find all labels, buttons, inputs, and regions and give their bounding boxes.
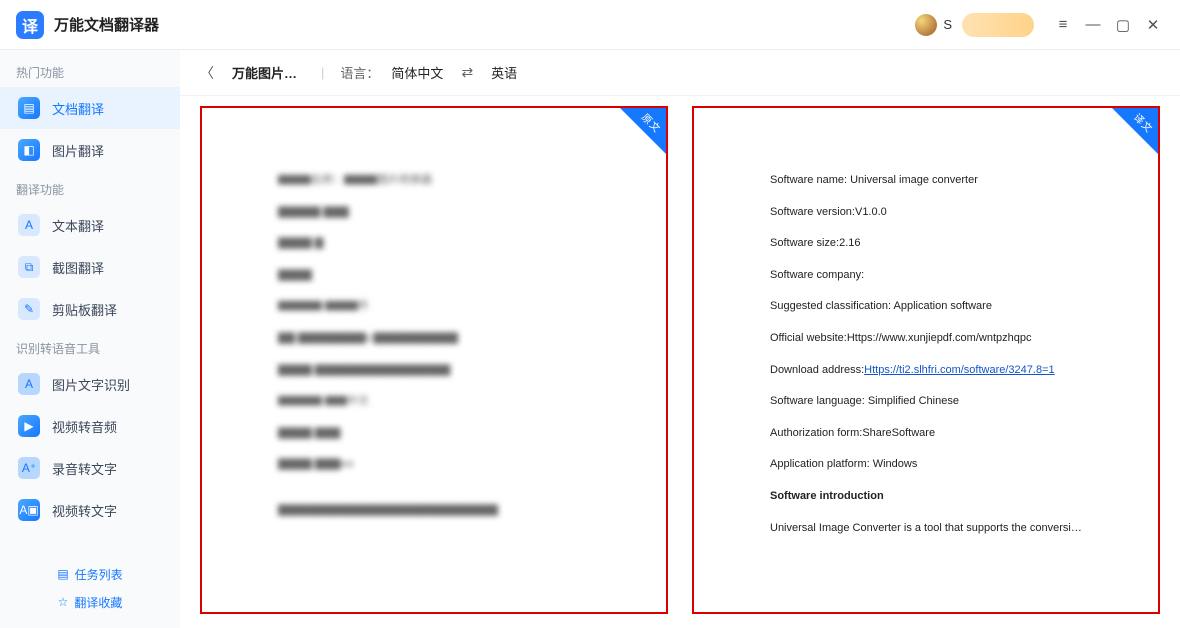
dst-line: Suggested classification: Application so… [770, 298, 1082, 316]
sidebar-item-label: 剪贴板翻译 [52, 300, 117, 319]
content-area: 〈 万能图片… | 语言： 简体中文 ⇄ 英语 原文 ▇▇▇名称：▇▇▇图片转换… [180, 50, 1180, 628]
swap-lang-icon[interactable]: ⇄ [455, 64, 479, 81]
title-bar: 译 万能文档翻译器 S ≡ — ▢ ✕ [0, 0, 1180, 50]
sidebar-item-clipboard-translate[interactable]: ✎ 剪贴板翻译 [0, 288, 180, 330]
audio-to-text-icon: A⁺ [18, 457, 40, 479]
sidebar-section-tools: 识别转语音工具 [0, 330, 180, 363]
dst-line: Software language: Simplified Chinese [770, 393, 1082, 411]
sidebar-item-audio-to-text[interactable]: A⁺ 录音转文字 [0, 447, 180, 489]
upgrade-badge[interactable] [962, 13, 1034, 37]
doc-translate-icon: ▤ [18, 97, 40, 119]
sidebar-item-label: 录音转文字 [52, 459, 117, 478]
screenshot-translate-icon: ⧉ [18, 256, 40, 278]
dst-line: Software name: Universal image converter [770, 172, 1082, 190]
favorites-label: 翻译收藏 [74, 594, 122, 611]
dst-line: Authorization form:ShareSoftware [770, 425, 1082, 443]
minimize-icon[interactable]: — [1078, 10, 1108, 40]
source-panel: 原文 ▇▇▇名称：▇▇▇图片转换器 ▇▇▇▇▇ ▇▇▇ ▇▇▇▇ ▇ ▇▇▇▇ … [200, 106, 668, 614]
translate-top-bar: 〈 万能图片… | 语言： 简体中文 ⇄ 英语 [180, 50, 1180, 96]
src-line: ▇▇▇名称：▇▇▇图片转换器 [278, 172, 590, 190]
app-logo: 译 [16, 11, 44, 39]
dst-line: Download address:Https://ti2.slhfri.com/… [770, 362, 1082, 380]
image-translate-icon: ◧ [18, 139, 40, 161]
sidebar-item-video-to-audio[interactable]: ▶ 视频转音频 [0, 405, 180, 447]
sidebar-item-image-translate[interactable]: ◧ 图片翻译 [0, 129, 180, 171]
sidebar: 热门功能 ▤ 文档翻译 ◧ 图片翻译 翻译功能 A 文本翻译 ⧉ 截图翻译 ✎ … [0, 50, 180, 628]
list-icon: ▤ [57, 567, 68, 581]
sidebar-item-ocr[interactable]: A 图片文字识别 [0, 363, 180, 405]
src-line: ▇▇▇▇▇▇▇▇▇▇▇▇▇▇▇▇▇▇▇▇▇▇▇▇▇▇ [278, 502, 590, 520]
src-line: ▇▇▇▇ ▇▇▇ws [278, 456, 590, 474]
src-line: ▇▇▇▇▇ ▇▇▇ [278, 204, 590, 222]
sidebar-item-doc-translate[interactable]: ▤ 文档翻译 [0, 87, 180, 129]
dst-line: Software company: [770, 267, 1082, 285]
divider: | [321, 65, 324, 80]
src-line: ▇▇ ▇▇▇▇▇▇▇▇v.▇▇▇▇▇▇▇▇▇▇ [278, 330, 590, 348]
dst-heading: Software introduction [770, 488, 1082, 506]
menu-icon[interactable]: ≡ [1048, 10, 1078, 40]
sidebar-item-label: 视频转文字 [52, 501, 117, 520]
user-initial: S [943, 17, 952, 32]
src-line: ▇▇▇▇ ▇▇▇件 [278, 298, 590, 316]
ocr-icon: A [18, 373, 40, 395]
task-list-label: 任务列表 [75, 566, 123, 583]
src-line: ▇▇▇▇ ▇ [278, 235, 590, 253]
translated-doc-body: Software name: Universal image converter… [720, 122, 1132, 598]
star-icon: ☆ [58, 595, 69, 609]
sidebar-item-label: 文档翻译 [52, 99, 104, 118]
dst-line: Software version:V1.0.0 [770, 204, 1082, 222]
dst-line: Official website:Https://www.xunjiepdf.c… [770, 330, 1082, 348]
breadcrumb: 万能图片… [232, 63, 297, 82]
lang-key: 语言： [340, 63, 379, 82]
favorites-link[interactable]: ☆ 翻译收藏 [0, 588, 180, 616]
video-to-text-icon: A▣ [18, 499, 40, 521]
maximize-icon[interactable]: ▢ [1108, 10, 1138, 40]
sidebar-item-text-translate[interactable]: A 文本翻译 [0, 204, 180, 246]
clipboard-translate-icon: ✎ [18, 298, 40, 320]
close-icon[interactable]: ✕ [1138, 10, 1168, 40]
task-list-link[interactable]: ▤ 任务列表 [0, 560, 180, 588]
src-line: ▇▇▇▇ ▇▇中文 [278, 393, 590, 411]
text-translate-icon: A [18, 214, 40, 236]
src-line: ▇▇▇▇ ▇▇▇ [278, 425, 590, 443]
src-line: ▇▇▇▇ ▇▇▇▇▇▇▇▇▇▇▇▇▇▇▇▇ [278, 362, 590, 380]
download-label: Download address: [770, 364, 864, 376]
sidebar-item-screenshot-translate[interactable]: ⧉ 截图翻译 [0, 246, 180, 288]
dst-line: Application platform: Windows [770, 456, 1082, 474]
sidebar-section-hot: 热门功能 [0, 54, 180, 87]
sidebar-item-label: 图片文字识别 [52, 375, 130, 394]
sidebar-item-label: 文本翻译 [52, 216, 104, 235]
source-doc-body: ▇▇▇名称：▇▇▇图片转换器 ▇▇▇▇▇ ▇▇▇ ▇▇▇▇ ▇ ▇▇▇▇ ▇▇▇… [228, 122, 640, 598]
src-line: ▇▇▇▇ [278, 267, 590, 285]
sidebar-item-label: 截图翻译 [52, 258, 104, 277]
back-icon[interactable]: 〈 [200, 63, 214, 83]
sidebar-item-label: 图片翻译 [52, 141, 104, 160]
sidebar-item-label: 视频转音频 [52, 417, 117, 436]
video-to-audio-icon: ▶ [18, 415, 40, 437]
sidebar-section-translate: 翻译功能 [0, 171, 180, 204]
source-lang[interactable]: 简体中文 [391, 63, 443, 82]
translated-panel: 译文 Software name: Universal image conver… [692, 106, 1160, 614]
app-title: 万能文档翻译器 [54, 14, 159, 35]
target-lang[interactable]: 英语 [491, 63, 517, 82]
sidebar-item-video-to-text[interactable]: A▣ 视频转文字 [0, 489, 180, 531]
sidebar-bottom: ▤ 任务列表 ☆ 翻译收藏 [0, 550, 180, 628]
avatar[interactable] [915, 14, 937, 36]
dst-line: Software size:2.16 [770, 235, 1082, 253]
download-link[interactable]: Https://ti2.slhfri.com/software/3247.8=1 [864, 364, 1054, 376]
dst-line: Universal Image Converter is a tool that… [770, 520, 1082, 538]
